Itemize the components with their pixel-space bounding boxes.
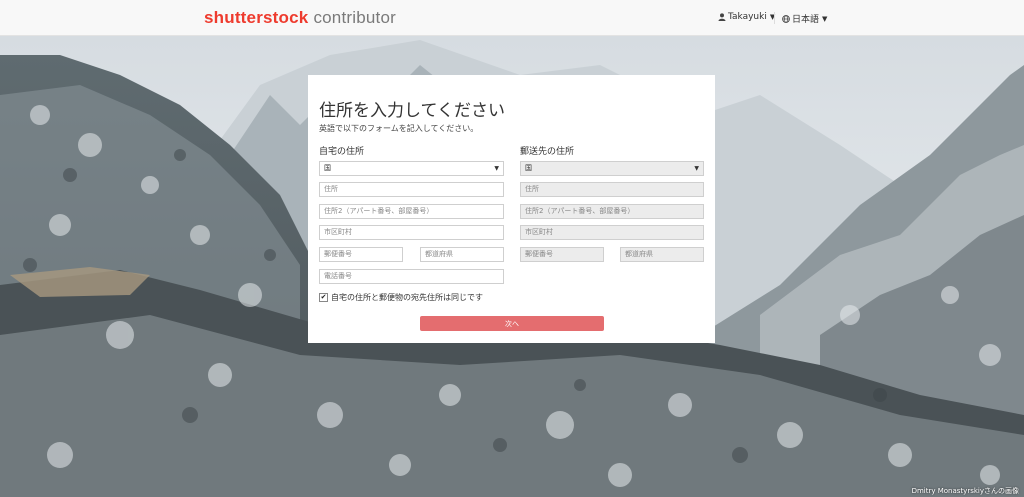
mailing-city-placeholder: 市区町村 — [525, 228, 553, 236]
mailing-state-input[interactable]: 都道府県 — [620, 247, 704, 262]
caret-down-icon: ▼ — [694, 165, 699, 172]
language-label: 日本語 — [792, 15, 820, 25]
photo-credit: Dmitry Monastyrskiyさんの画像 — [911, 487, 1019, 495]
mailing-country-select[interactable]: 国 ▼ — [520, 161, 704, 176]
logo-sub-text: contributor — [313, 8, 396, 27]
home-zip-input[interactable]: 郵便番号 — [319, 247, 403, 262]
language-menu[interactable]: 日本語 ▼ — [782, 12, 827, 25]
user-menu[interactable]: Takayuki ▼ — [718, 12, 775, 22]
home-zip-placeholder: 郵便番号 — [324, 250, 352, 258]
same-address-checkbox[interactable]: ✔ — [319, 293, 328, 302]
home-address-heading: 自宅の住所 — [319, 147, 365, 157]
mailing-city-input[interactable]: 市区町村 — [520, 225, 704, 240]
page-title: 住所を入力してください — [319, 101, 505, 121]
home-address2-input[interactable]: 住所2（アパート番号、部屋番号） — [319, 204, 504, 219]
home-address-input[interactable]: 住所 — [319, 182, 504, 197]
mailing-address-placeholder: 住所 — [525, 185, 539, 193]
home-city-input[interactable]: 市区町村 — [319, 225, 504, 240]
nav-divider — [774, 12, 775, 24]
user-icon — [718, 13, 726, 21]
check-icon: ✔ — [320, 293, 327, 301]
home-phone-input[interactable]: 電話番号 — [319, 269, 504, 284]
caret-down-icon: ▼ — [494, 165, 499, 172]
mailing-address2-placeholder: 住所2（アパート番号、部屋番号） — [525, 207, 635, 215]
home-phone-placeholder: 電話番号 — [324, 272, 352, 280]
top-navbar: shutterstock contributor Takayuki ▼ 日本語 ▼ — [0, 0, 1024, 36]
mailing-address-heading: 郵送先の住所 — [520, 147, 575, 157]
mailing-country-value: 国 — [525, 164, 532, 172]
mailing-state-placeholder: 都道府県 — [625, 250, 653, 258]
globe-icon — [782, 14, 790, 23]
mailing-zip-placeholder: 郵便番号 — [525, 250, 553, 258]
mailing-address-input[interactable]: 住所 — [520, 182, 704, 197]
logo-brand-text: shutterstock — [204, 8, 309, 27]
same-address-row: ✔ 自宅の住所と郵便物の宛先住所は同じです — [319, 292, 483, 303]
home-address-placeholder: 住所 — [324, 185, 338, 193]
chevron-down-icon: ▼ — [822, 14, 828, 23]
home-address2-placeholder: 住所2（アパート番号、部屋番号） — [324, 207, 434, 215]
shutterstock-logo[interactable]: shutterstock contributor — [204, 8, 396, 28]
same-address-label: 自宅の住所と郵便物の宛先住所は同じです — [331, 293, 483, 302]
home-state-input[interactable]: 都道府県 — [420, 247, 504, 262]
home-country-select[interactable]: 国 ▼ — [319, 161, 504, 176]
next-button[interactable]: 次へ — [420, 316, 604, 331]
home-city-placeholder: 市区町村 — [324, 228, 352, 236]
address-form-card: 住所を入力してください 英語で以下のフォームを記入してください。 自宅の住所 国… — [308, 75, 715, 343]
user-name: Takayuki — [728, 12, 767, 22]
form-instructions: 英語で以下のフォームを記入してください。 — [319, 124, 479, 133]
mailing-address2-input[interactable]: 住所2（アパート番号、部屋番号） — [520, 204, 704, 219]
home-country-value: 国 — [324, 164, 331, 172]
home-state-placeholder: 都道府県 — [425, 250, 453, 258]
mailing-zip-input[interactable]: 郵便番号 — [520, 247, 604, 262]
